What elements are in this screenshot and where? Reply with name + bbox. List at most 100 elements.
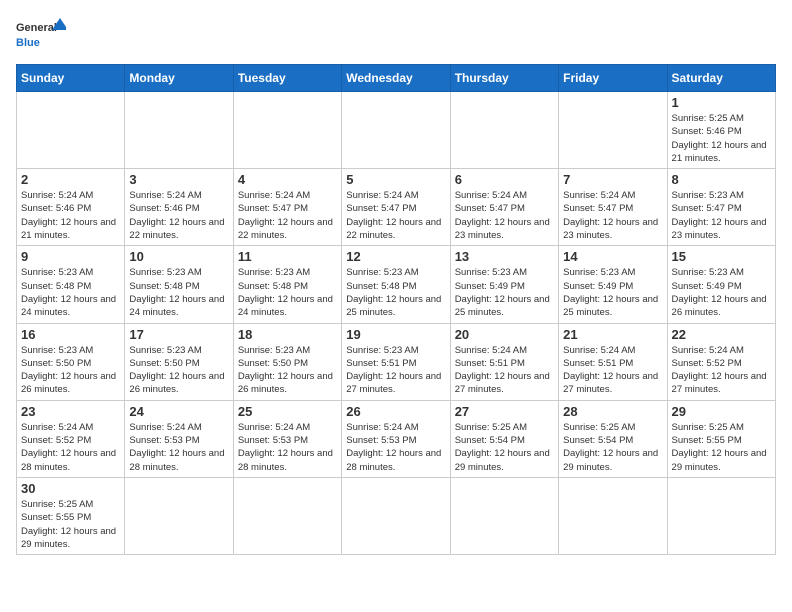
day-info: Sunrise: 5:23 AM Sunset: 5:51 PM Dayligh… xyxy=(346,344,445,397)
calendar-cell xyxy=(125,92,233,169)
calendar-cell: 12Sunrise: 5:23 AM Sunset: 5:48 PM Dayli… xyxy=(342,246,450,323)
calendar-cell: 7 Sunrise: 5:24 AM Sunset: 5:47 PM Daylig… xyxy=(559,169,667,246)
calendar-cell: 9Sunrise: 5:23 AM Sunset: 5:48 PM Daylig… xyxy=(17,246,125,323)
day-number: 7 xyxy=(563,172,662,187)
calendar-cell: 16Sunrise: 5:23 AM Sunset: 5:50 PM Dayli… xyxy=(17,323,125,400)
calendar-cell: 30 Sunrise: 5:25 AM Sunset: 5:55 PM Dayli… xyxy=(17,477,125,554)
day-number: 2 xyxy=(21,172,120,187)
day-number: 6 xyxy=(455,172,554,187)
day-number: 27 xyxy=(455,404,554,419)
day-info: Sunrise: 5:24 AM Sunset: 5:47 PM Dayligh… xyxy=(238,189,337,242)
day-number: 29 xyxy=(672,404,771,419)
calendar-cell xyxy=(233,477,341,554)
day-info: Sunrise: 5:24 AM Sunset: 5:53 PM Dayligh… xyxy=(238,421,337,474)
calendar-cell xyxy=(667,477,775,554)
weekday-header-row: SundayMondayTuesdayWednesdayThursdayFrid… xyxy=(17,65,776,92)
calendar-table: SundayMondayTuesdayWednesdayThursdayFrid… xyxy=(16,64,776,555)
day-number: 9 xyxy=(21,249,120,264)
day-info: Sunrise: 5:25 AM Sunset: 5:55 PM Dayligh… xyxy=(21,498,120,551)
calendar-cell: 4 Sunrise: 5:24 AM Sunset: 5:47 PM Daylig… xyxy=(233,169,341,246)
day-info: Sunrise: 5:25 AM Sunset: 5:54 PM Dayligh… xyxy=(563,421,662,474)
day-number: 25 xyxy=(238,404,337,419)
calendar-cell xyxy=(17,92,125,169)
day-number: 3 xyxy=(129,172,228,187)
calendar-cell: 14 Sunrise: 5:23 AM Sunset: 5:49 PM Dayli… xyxy=(559,246,667,323)
week-row-2: 2 Sunrise: 5:24 AM Sunset: 5:46 PM Daylig… xyxy=(17,169,776,246)
day-info: Sunrise: 5:24 AM Sunset: 5:46 PM Dayligh… xyxy=(129,189,228,242)
calendar-cell xyxy=(125,477,233,554)
week-row-3: 9 Sunrise: 5:23 AM Sunset: 5:48 PM Daylig… xyxy=(17,246,776,323)
day-number: 28 xyxy=(563,404,662,419)
calendar-cell xyxy=(342,477,450,554)
calendar-cell: 19 Sunrise: 5:23 AM Sunset: 5:51 PM Dayli… xyxy=(342,323,450,400)
day-number: 19 xyxy=(346,327,445,342)
weekday-header-tuesday: Tuesday xyxy=(233,65,341,92)
day-number: 21 xyxy=(563,327,662,342)
day-info: Sunrise: 5:23 AM Sunset: 5:49 PM Dayligh… xyxy=(563,266,662,319)
calendar-cell: 26Sunrise: 5:24 AM Sunset: 5:53 PM Dayli… xyxy=(342,400,450,477)
day-number: 23 xyxy=(21,404,120,419)
day-number: 18 xyxy=(238,327,337,342)
day-info: Sunrise: 5:24 AM Sunset: 5:53 PM Dayligh… xyxy=(129,421,228,474)
calendar-cell: 13 Sunrise: 5:23 AM Sunset: 5:49 PM Dayli… xyxy=(450,246,558,323)
day-number: 14 xyxy=(563,249,662,264)
day-info: Sunrise: 5:23 AM Sunset: 5:48 PM Dayligh… xyxy=(238,266,337,319)
svg-text:Blue: Blue xyxy=(16,37,40,49)
calendar-cell: 5Sunrise: 5:24 AM Sunset: 5:47 PM Daylig… xyxy=(342,169,450,246)
calendar-cell xyxy=(450,92,558,169)
calendar-cell xyxy=(233,92,341,169)
day-info: Sunrise: 5:23 AM Sunset: 5:50 PM Dayligh… xyxy=(129,344,228,397)
day-info: Sunrise: 5:24 AM Sunset: 5:53 PM Dayligh… xyxy=(346,421,445,474)
day-number: 13 xyxy=(455,249,554,264)
day-info: Sunrise: 5:24 AM Sunset: 5:52 PM Dayligh… xyxy=(21,421,120,474)
calendar-cell: 10 Sunrise: 5:23 AM Sunset: 5:48 PM Dayli… xyxy=(125,246,233,323)
day-number: 20 xyxy=(455,327,554,342)
calendar-cell: 18Sunrise: 5:23 AM Sunset: 5:50 PM Dayli… xyxy=(233,323,341,400)
day-info: Sunrise: 5:23 AM Sunset: 5:48 PM Dayligh… xyxy=(129,266,228,319)
day-info: Sunrise: 5:25 AM Sunset: 5:54 PM Dayligh… xyxy=(455,421,554,474)
week-row-1: 1 Sunrise: 5:25 AM Sunset: 5:46 PM Daylig… xyxy=(17,92,776,169)
calendar-cell: 8 Sunrise: 5:23 AM Sunset: 5:47 PM Daylig… xyxy=(667,169,775,246)
day-number: 30 xyxy=(21,481,120,496)
day-number: 17 xyxy=(129,327,228,342)
calendar-cell: 6 Sunrise: 5:24 AM Sunset: 5:47 PM Daylig… xyxy=(450,169,558,246)
weekday-header-saturday: Saturday xyxy=(667,65,775,92)
day-number: 8 xyxy=(672,172,771,187)
calendar-cell: 1 Sunrise: 5:25 AM Sunset: 5:46 PM Daylig… xyxy=(667,92,775,169)
logo: General Blue xyxy=(16,16,66,56)
svg-text:General: General xyxy=(16,22,57,34)
day-info: Sunrise: 5:25 AM Sunset: 5:46 PM Dayligh… xyxy=(672,112,771,165)
day-info: Sunrise: 5:25 AM Sunset: 5:55 PM Dayligh… xyxy=(672,421,771,474)
day-info: Sunrise: 5:24 AM Sunset: 5:47 PM Dayligh… xyxy=(455,189,554,242)
calendar-cell: 27 Sunrise: 5:25 AM Sunset: 5:54 PM Dayli… xyxy=(450,400,558,477)
day-info: Sunrise: 5:23 AM Sunset: 5:49 PM Dayligh… xyxy=(455,266,554,319)
logo-svg: General Blue xyxy=(16,16,66,56)
calendar-cell: 3 Sunrise: 5:24 AM Sunset: 5:46 PM Daylig… xyxy=(125,169,233,246)
day-number: 4 xyxy=(238,172,337,187)
day-number: 10 xyxy=(129,249,228,264)
weekday-header-wednesday: Wednesday xyxy=(342,65,450,92)
calendar-cell: 17 Sunrise: 5:23 AM Sunset: 5:50 PM Dayli… xyxy=(125,323,233,400)
calendar-cell: 23 Sunrise: 5:24 AM Sunset: 5:52 PM Dayli… xyxy=(17,400,125,477)
weekday-header-sunday: Sunday xyxy=(17,65,125,92)
day-info: Sunrise: 5:24 AM Sunset: 5:47 PM Dayligh… xyxy=(563,189,662,242)
weekday-header-thursday: Thursday xyxy=(450,65,558,92)
page-header: General Blue xyxy=(16,16,776,56)
weekday-header-friday: Friday xyxy=(559,65,667,92)
weekday-header-monday: Monday xyxy=(125,65,233,92)
week-row-5: 23 Sunrise: 5:24 AM Sunset: 5:52 PM Dayli… xyxy=(17,400,776,477)
calendar-cell xyxy=(450,477,558,554)
day-info: Sunrise: 5:24 AM Sunset: 5:51 PM Dayligh… xyxy=(563,344,662,397)
calendar-cell: 28 Sunrise: 5:25 AM Sunset: 5:54 PM Dayli… xyxy=(559,400,667,477)
calendar-cell: 11 Sunrise: 5:23 AM Sunset: 5:48 PM Dayli… xyxy=(233,246,341,323)
day-info: Sunrise: 5:23 AM Sunset: 5:47 PM Dayligh… xyxy=(672,189,771,242)
calendar-cell: 21 Sunrise: 5:24 AM Sunset: 5:51 PM Dayli… xyxy=(559,323,667,400)
calendar-cell xyxy=(559,477,667,554)
day-number: 11 xyxy=(238,249,337,264)
day-number: 1 xyxy=(672,95,771,110)
day-number: 16 xyxy=(21,327,120,342)
day-info: Sunrise: 5:24 AM Sunset: 5:52 PM Dayligh… xyxy=(672,344,771,397)
calendar-cell: 29 Sunrise: 5:25 AM Sunset: 5:55 PM Dayli… xyxy=(667,400,775,477)
day-info: Sunrise: 5:24 AM Sunset: 5:46 PM Dayligh… xyxy=(21,189,120,242)
calendar-cell: 15Sunrise: 5:23 AM Sunset: 5:49 PM Dayli… xyxy=(667,246,775,323)
